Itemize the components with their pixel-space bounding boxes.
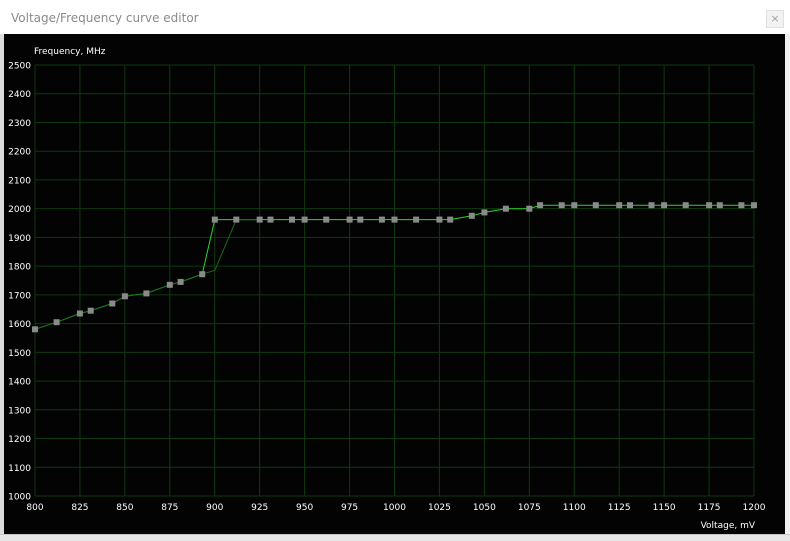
- curve-point[interactable]: [627, 202, 633, 209]
- curve-point[interactable]: [481, 209, 488, 216]
- reference-curve-line: [34, 219, 260, 330]
- close-icon: ×: [770, 12, 780, 25]
- x-tick-label: 900: [206, 503, 223, 513]
- curve-point[interactable]: [413, 216, 420, 223]
- x-tick-label: 1175: [698, 503, 721, 513]
- y-tick-label: 2300: [8, 119, 31, 129]
- curve-point[interactable]: [53, 319, 60, 326]
- x-tick-label: 925: [251, 503, 268, 513]
- curve-point[interactable]: [436, 216, 443, 223]
- curve-point[interactable]: [447, 216, 454, 223]
- x-tick-label: 850: [116, 503, 133, 513]
- curve-point[interactable]: [177, 278, 184, 285]
- y-tick-label: 1900: [8, 234, 31, 244]
- vf-curve-chart[interactable]: Frequency, MHz Voltage, mV 1000110012001…: [4, 34, 785, 534]
- x-tick-label: 800: [26, 503, 43, 513]
- curve-point[interactable]: [648, 202, 655, 209]
- x-tick-label: 1000: [383, 503, 406, 513]
- window-right-edge: [785, 34, 790, 534]
- x-tick-label: 875: [161, 503, 178, 513]
- x-tick-label: 1050: [473, 503, 496, 513]
- curve-point[interactable]: [301, 216, 308, 223]
- curve-point[interactable]: [526, 205, 533, 212]
- title-bar: Voltage/Frequency curve editor ×: [0, 0, 790, 34]
- y-tick-label: 1100: [8, 464, 31, 474]
- curve-point[interactable]: [502, 205, 509, 212]
- x-tick-label: 975: [341, 503, 358, 513]
- curve-point[interactable]: [468, 212, 475, 219]
- y-axis-label: Frequency, MHz: [34, 47, 106, 57]
- x-tick-label: 1200: [743, 503, 766, 513]
- curve-point[interactable]: [592, 202, 599, 209]
- curve-point[interactable]: [87, 307, 94, 314]
- x-tick-label: 1125: [608, 503, 631, 513]
- curve-point[interactable]: [109, 300, 116, 307]
- curve-point[interactable]: [357, 216, 364, 223]
- y-tick-label: 1300: [8, 406, 31, 416]
- x-tick-label: 825: [71, 503, 88, 513]
- curve-point[interactable]: [537, 202, 544, 209]
- curve-point[interactable]: [256, 216, 263, 223]
- curve-point[interactable]: [121, 293, 128, 300]
- taskbar-strip: [0, 534, 790, 541]
- curve-point[interactable]: [558, 202, 565, 209]
- x-tick-label: 1100: [563, 503, 586, 513]
- curve-point[interactable]: [323, 216, 330, 223]
- curve-point[interactable]: [391, 216, 398, 223]
- x-tick-label: 1025: [428, 503, 451, 513]
- curve-point[interactable]: [32, 326, 38, 333]
- curve-point[interactable]: [738, 202, 745, 209]
- x-tick-labels: 800 825 850 875 900 925 950 975 1000 1025 1050 1075…: [26, 503, 765, 513]
- y-tick-label: 1200: [8, 435, 31, 445]
- curve-point[interactable]: [76, 310, 83, 317]
- window-title: Voltage/Frequency curve editor: [11, 11, 199, 25]
- curve-point[interactable]: [267, 216, 274, 223]
- curve-point[interactable]: [716, 202, 723, 209]
- y-tick-label: 1000: [8, 493, 31, 503]
- curve-point[interactable]: [706, 202, 713, 209]
- y-tick-labels: 1000 1100 1200 1300 1400 1500 1600 1700 1800 1900…: [8, 62, 31, 503]
- curve-point[interactable]: [211, 216, 218, 223]
- y-tick-label: 2000: [8, 205, 31, 215]
- curve-point[interactable]: [166, 281, 173, 288]
- y-tick-label: 2100: [8, 176, 31, 186]
- y-tick-label: 1400: [8, 378, 31, 388]
- x-tick-label: 1075: [518, 503, 541, 513]
- y-tick-label: 2200: [8, 148, 31, 158]
- x-tick-label: 1150: [653, 503, 676, 513]
- y-tick-label: 1600: [8, 320, 31, 330]
- y-tick-label: 1800: [8, 263, 31, 273]
- y-tick-label: 2500: [8, 62, 31, 72]
- curve-point[interactable]: [199, 271, 206, 278]
- y-tick-label: 1700: [8, 291, 31, 301]
- x-axis-label: Voltage, mV: [701, 521, 756, 531]
- y-tick-label: 2400: [8, 90, 31, 100]
- y-tick-label: 1500: [8, 349, 31, 359]
- chart-area[interactable]: Frequency, MHz Voltage, mV 1000 1100 1200 1…: [4, 34, 785, 534]
- curve-point[interactable]: [616, 202, 623, 209]
- x-tick-label: 950: [296, 503, 313, 513]
- close-button[interactable]: ×: [766, 10, 784, 28]
- curve-point[interactable]: [233, 216, 240, 223]
- curve-point[interactable]: [682, 202, 689, 209]
- curve-point[interactable]: [751, 202, 757, 209]
- curve-point[interactable]: [571, 202, 578, 209]
- curve-point[interactable]: [143, 290, 150, 297]
- curve-point[interactable]: [346, 216, 353, 223]
- grid-lines: [34, 64, 755, 497]
- curve-point[interactable]: [378, 216, 385, 223]
- curve-point[interactable]: [289, 216, 295, 223]
- curve-point[interactable]: [661, 202, 668, 209]
